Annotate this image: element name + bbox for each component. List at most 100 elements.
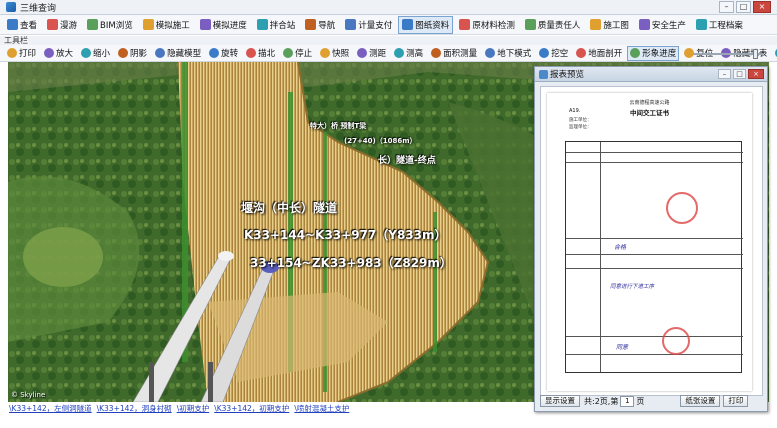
toolbar-button[interactable]: 垂直排列 [772, 46, 777, 61]
menu-item[interactable]: 原材料检测 [455, 16, 519, 34]
paper-settings-button[interactable]: 纸张设置 [680, 395, 721, 407]
height-icon [394, 48, 405, 58]
doc-line-2: 监理单位： [569, 125, 592, 130]
display-settings-button[interactable]: 显示设置 [540, 395, 580, 407]
menu-item[interactable]: 工程档案 [692, 16, 747, 34]
menu-item[interactable]: 图纸资料 [398, 15, 454, 34]
menu-item[interactable]: 安全生产 [635, 16, 690, 34]
menu-item[interactable]: 计量支付 [341, 16, 396, 34]
toolbar-button[interactable]: 地面剖开 [573, 46, 625, 61]
toolbar-button-label: 描北 [258, 49, 276, 59]
menu-item-label: 工程档案 [708, 20, 743, 31]
drawing-icon [402, 19, 414, 30]
bridge-label: 特大）桥 预制T梁 [310, 122, 367, 130]
copyright-label: © Skyline [11, 391, 46, 399]
menu-item[interactable]: 模拟进度 [196, 16, 251, 34]
toolbar-button[interactable]: 挖空 [536, 46, 571, 61]
dialog-maximize-button[interactable]: □ [733, 69, 746, 79]
toolbar-button[interactable]: 地下模式 [482, 46, 534, 61]
app-icon [6, 2, 16, 12]
report-preview-area[interactable]: 云南德程高速公路 A19. 中间交工证书 施工单位： 监理单位： 合格 同意进行… [540, 86, 763, 396]
table-row [566, 254, 743, 255]
bottom-tab[interactable]: \K33+142，初期支护 [214, 404, 289, 413]
dig-icon [539, 48, 550, 58]
menu-item[interactable]: 质量责任人 [521, 16, 585, 34]
bridge-span-label: (27+40)（1086m） [344, 137, 417, 145]
print-icon [7, 48, 17, 58]
bottom-tab[interactable]: \K33+142，洞身衬砌 [97, 404, 172, 413]
page-prefix: 共:2页,第 [584, 396, 619, 406]
menu-item-label: 计量支付 [358, 20, 393, 31]
page-suffix: 页 [636, 396, 645, 406]
menu-item-label: 漫游 [60, 20, 78, 31]
toolbar-button[interactable]: 快照 [317, 46, 352, 61]
dialog-minimize-button[interactable]: – [718, 69, 731, 79]
signature-1: 合格 [614, 244, 627, 251]
zoom-slider[interactable] [693, 49, 763, 59]
zoom-out-icon [81, 48, 92, 58]
menu-item-label: 拌合站 [269, 20, 296, 31]
handwriting-opinion: 同意进行下道工序 [610, 284, 655, 290]
toolbar-button[interactable]: 旋转 [206, 46, 241, 61]
dialog-title: 报表预览 [550, 70, 585, 80]
menu-item[interactable]: 查看 [3, 16, 41, 34]
search-icon [7, 19, 18, 30]
rotate-icon [209, 48, 220, 58]
menu-item[interactable]: 施工图 [586, 16, 633, 34]
doc-subtitle: 中间交工证书 [630, 109, 669, 117]
toolbar-button[interactable]: 缩小 [78, 46, 113, 61]
toolbar-button[interactable]: 阴影 [115, 46, 150, 61]
report-icon [539, 69, 548, 79]
menu-item[interactable]: 导航 [301, 16, 339, 34]
bottom-tab[interactable]: \喷射混凝土支护 [294, 404, 349, 413]
minimize-button[interactable]: – [719, 1, 734, 13]
toolbar-button-label: 形象进度 [642, 49, 677, 59]
print-button[interactable]: 打印 [723, 395, 749, 407]
toolbar-button[interactable]: 测高 [391, 46, 426, 61]
table-row [566, 268, 743, 269]
toolbar-button-label: 阴影 [130, 49, 148, 59]
toolbar-button[interactable]: 面积测量 [428, 46, 480, 61]
menu-item-label: 安全生产 [651, 20, 686, 31]
toolbar-button[interactable]: 放大 [41, 46, 76, 61]
toolbar-button[interactable]: 停止 [280, 46, 315, 61]
menu-item[interactable]: 拌合站 [253, 16, 300, 34]
zoom-in-icon [44, 48, 55, 58]
page-number-input[interactable]: 1 [620, 395, 635, 407]
main-menu-bar: 查看 漫游 BIM浏览 模拟施工 模拟进度 拌合站 导航 计量支付 图纸资料 原材料检测 质量责任人… [0, 15, 777, 35]
dialog-close-button[interactable]: × [748, 69, 764, 79]
toolbar-button[interactable]: 打印 [4, 46, 39, 61]
doc-line-1: 施工单位： [569, 118, 592, 123]
table-divider [600, 142, 601, 372]
toolbar-button[interactable]: 描北 [243, 46, 278, 61]
tunnel-name-label: 堰沟（中长）隧道 [241, 201, 338, 215]
bottom-tab[interactable]: \K33+142，左侧洞隧道 [9, 404, 92, 413]
close-button[interactable]: × [753, 1, 771, 13]
tunnel-left-range-label: 33+154~ZK33+983（Z829m） [250, 256, 452, 270]
doc-header-lines: 施工单位： 监理单位： [569, 117, 739, 131]
bottom-tab[interactable]: \初期支护 [177, 404, 210, 413]
hide-model-icon [155, 48, 166, 58]
menu-item[interactable]: 模拟施工 [139, 16, 194, 34]
menu-item-label: 模拟进度 [212, 20, 247, 31]
toolbar-button-label: 缩小 [93, 49, 111, 59]
report-page: 云南德程高速公路 A19. 中间交工证书 施工单位： 监理单位： 合格 同意进行… [547, 93, 752, 391]
toolbar-button[interactable]: 测距 [354, 46, 389, 61]
blueprint-icon [590, 19, 602, 30]
table-row [566, 162, 743, 163]
slider-thumb[interactable] [753, 49, 759, 59]
maximize-button[interactable]: □ [736, 1, 751, 13]
menu-item[interactable]: 漫游 [43, 16, 81, 34]
menu-item[interactable]: BIM浏览 [83, 16, 137, 34]
toolbar-button[interactable]: 隐藏模型 [152, 46, 204, 61]
table-row [566, 336, 743, 337]
dialog-footer: 显示设置 共:2页,第 1 页 纸张设置 打印 [540, 394, 763, 408]
menu-item-label: 质量责任人 [537, 20, 581, 31]
toolbar-button[interactable]: 形象进度 [627, 45, 680, 61]
menu-item-label: 导航 [318, 20, 336, 31]
menu-item-label: 图纸资料 [415, 20, 450, 31]
toolbar-button-label: 快照 [332, 49, 350, 59]
toolbar-button-label: 挖空 [551, 49, 569, 59]
title-bar: 三维查询 – □ × [0, 0, 777, 15]
toolbar-button-label: 停止 [295, 49, 313, 59]
